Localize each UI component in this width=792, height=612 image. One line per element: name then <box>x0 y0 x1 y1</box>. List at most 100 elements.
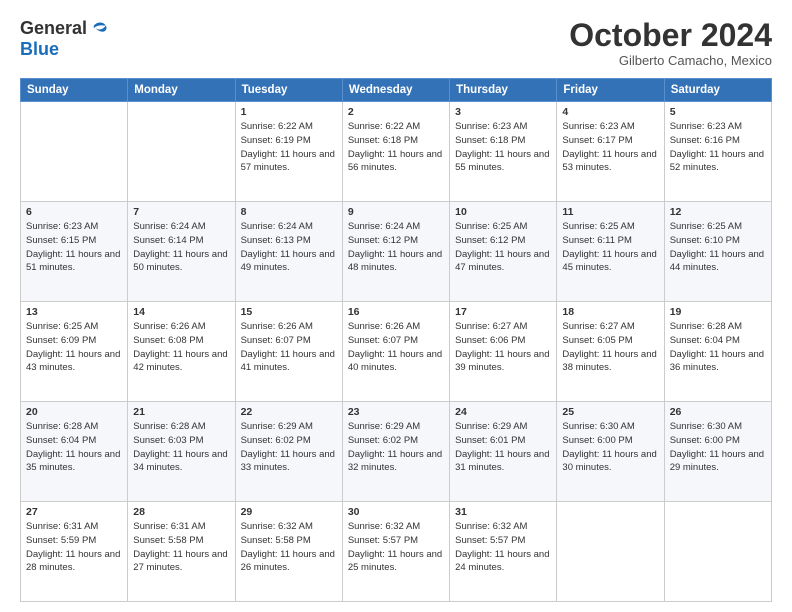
daylight-text: Daylight: 11 hours and 29 minutes. <box>670 449 764 474</box>
sunset-text: Sunset: 5:58 PM <box>133 535 203 546</box>
sunset-text: Sunset: 6:19 PM <box>241 135 311 146</box>
day-number: 15 <box>241 306 337 318</box>
day-info: Sunrise: 6:25 AMSunset: 6:09 PMDaylight:… <box>26 320 122 375</box>
sunset-text: Sunset: 6:03 PM <box>133 435 203 446</box>
daylight-text: Daylight: 11 hours and 32 minutes. <box>348 449 442 474</box>
day-number: 22 <box>241 406 337 418</box>
calendar-cell: 4Sunrise: 6:23 AMSunset: 6:17 PMDaylight… <box>557 102 664 202</box>
sunset-text: Sunset: 6:00 PM <box>562 435 632 446</box>
sunset-text: Sunset: 6:18 PM <box>455 135 525 146</box>
calendar-cell: 29Sunrise: 6:32 AMSunset: 5:58 PMDayligh… <box>235 502 342 602</box>
daylight-text: Daylight: 11 hours and 36 minutes. <box>670 349 764 374</box>
calendar-cell <box>557 502 664 602</box>
sunrise-text: Sunrise: 6:29 AM <box>241 421 313 432</box>
day-info: Sunrise: 6:23 AM Sunset: 6:18 PM Daylight:… <box>455 120 551 175</box>
day-number: 28 <box>133 506 229 518</box>
sunset-text: Sunset: 6:16 PM <box>670 135 740 146</box>
calendar-week-3: 13 Sunrise: 6:25 AMSunset: 6:09 PMDayligh… <box>21 302 772 402</box>
day-info: Sunrise: 6:23 AM Sunset: 6:16 PM Daylight:… <box>670 120 766 175</box>
day-number: 13 <box>26 306 122 318</box>
calendar-header-thursday: Thursday <box>450 79 557 102</box>
sunrise-text: Sunrise: 6:27 AM <box>455 321 527 332</box>
calendar-cell: 11Sunrise: 6:25 AMSunset: 6:11 PMDayligh… <box>557 202 664 302</box>
daylight-text: Daylight: 11 hours and 38 minutes. <box>562 349 656 374</box>
daylight-text: Daylight: 11 hours and 45 minutes. <box>562 249 656 274</box>
daylight-text: Daylight: 11 hours and 50 minutes. <box>133 249 227 274</box>
daylight-text: Daylight: 11 hours and 52 minutes. <box>670 149 764 174</box>
day-number: 18 <box>562 306 658 318</box>
sunrise-text: Sunrise: 6:32 AM <box>348 521 420 532</box>
daylight-text: Daylight: 11 hours and 25 minutes. <box>348 549 442 574</box>
day-number: 3 <box>455 106 551 118</box>
calendar-cell: 19Sunrise: 6:28 AMSunset: 6:04 PMDayligh… <box>664 302 771 402</box>
calendar-cell: 27Sunrise: 6:31 AMSunset: 5:59 PMDayligh… <box>21 502 128 602</box>
sunset-text: Sunset: 6:02 PM <box>241 435 311 446</box>
sunrise-text: Sunrise: 6:23 AM <box>670 121 742 132</box>
sunset-text: Sunset: 6:15 PM <box>26 235 96 246</box>
day-info: Sunrise: 6:31 AMSunset: 5:59 PMDaylight:… <box>26 520 122 575</box>
sunrise-text: Sunrise: 6:22 AM <box>241 121 313 132</box>
sunrise-text: Sunrise: 6:23 AM <box>455 121 527 132</box>
sunrise-text: Sunrise: 6:32 AM <box>241 521 313 532</box>
calendar-header-row: SundayMondayTuesdayWednesdayThursdayFrid… <box>21 79 772 102</box>
calendar-week-2: 6Sunrise: 6:23 AMSunset: 6:15 PMDaylight… <box>21 202 772 302</box>
daylight-text: Daylight: 11 hours and 33 minutes. <box>241 449 335 474</box>
calendar-cell: 28Sunrise: 6:31 AMSunset: 5:58 PMDayligh… <box>128 502 235 602</box>
calendar-header-sunday: Sunday <box>21 79 128 102</box>
daylight-text: Daylight: 11 hours and 49 minutes. <box>241 249 335 274</box>
sunrise-text: Sunrise: 6:31 AM <box>26 521 98 532</box>
calendar-cell: 24Sunrise: 6:29 AMSunset: 6:01 PMDayligh… <box>450 402 557 502</box>
day-info: Sunrise: 6:25 AM Sunset: 6:11 PM Daylight:… <box>562 220 658 275</box>
day-number: 30 <box>348 506 444 518</box>
day-number: 4 <box>562 106 658 118</box>
calendar-table: SundayMondayTuesdayWednesdayThursdayFrid… <box>20 78 772 602</box>
day-number: 27 <box>26 506 122 518</box>
daylight-text: Daylight: 11 hours and 55 minutes. <box>455 149 549 174</box>
daylight-text: Daylight: 11 hours and 34 minutes. <box>133 449 227 474</box>
day-info: Sunrise: 6:26 AMSunset: 6:07 PMDaylight:… <box>241 320 337 375</box>
logo-general-text: General <box>20 18 87 39</box>
day-info: Sunrise: 6:29 AM Sunset: 6:02 PM Daylight:… <box>241 420 337 475</box>
day-info: Sunrise: 6:29 AMSunset: 6:01 PMDaylight:… <box>455 420 551 475</box>
sunrise-text: Sunrise: 6:26 AM <box>241 321 313 332</box>
sunset-text: Sunset: 6:13 PM <box>241 235 311 246</box>
day-number: 17 <box>455 306 551 318</box>
day-info: Sunrise: 6:28 AMSunset: 6:04 PMDaylight:… <box>670 320 766 375</box>
title-block: October 2024 Gilberto Camacho, Mexico <box>569 18 772 68</box>
sunrise-text: Sunrise: 6:32 AM <box>455 521 527 532</box>
daylight-text: Daylight: 11 hours and 39 minutes. <box>455 349 549 374</box>
sunset-text: Sunset: 6:12 PM <box>455 235 525 246</box>
day-number: 26 <box>670 406 766 418</box>
calendar-cell: 26Sunrise: 6:30 AMSunset: 6:00 PMDayligh… <box>664 402 771 502</box>
calendar-cell: 25Sunrise: 6:30 AMSunset: 6:00 PMDayligh… <box>557 402 664 502</box>
sunrise-text: Sunrise: 6:25 AM <box>455 221 527 232</box>
daylight-text: Daylight: 11 hours and 30 minutes. <box>562 449 656 474</box>
calendar-cell: 31Sunrise: 6:32 AMSunset: 5:57 PMDayligh… <box>450 502 557 602</box>
daylight-text: Daylight: 11 hours and 43 minutes. <box>26 349 120 374</box>
daylight-text: Daylight: 11 hours and 24 minutes. <box>455 549 549 574</box>
day-number: 10 <box>455 206 551 218</box>
calendar-cell <box>664 502 771 602</box>
day-info: Sunrise: 6:32 AM Sunset: 5:57 PM Daylight:… <box>455 520 551 575</box>
day-number: 21 <box>133 406 229 418</box>
day-number: 20 <box>26 406 122 418</box>
sunset-text: Sunset: 6:07 PM <box>241 335 311 346</box>
sunset-text: Sunset: 6:05 PM <box>562 335 632 346</box>
day-info: Sunrise: 6:23 AMSunset: 6:15 PMDaylight:… <box>26 220 122 275</box>
sunrise-text: Sunrise: 6:26 AM <box>348 321 420 332</box>
sunset-text: Sunset: 6:00 PM <box>670 435 740 446</box>
day-info: Sunrise: 6:32 AMSunset: 5:58 PMDaylight:… <box>241 520 337 575</box>
day-info: Sunrise: 6:28 AMSunset: 6:03 PMDaylight:… <box>133 420 229 475</box>
sunset-text: Sunset: 5:57 PM <box>455 535 525 546</box>
sunset-text: Sunset: 5:59 PM <box>26 535 96 546</box>
sunrise-text: Sunrise: 6:25 AM <box>562 221 634 232</box>
sunset-text: Sunset: 6:12 PM <box>348 235 418 246</box>
calendar-cell: 5Sunrise: 6:23 AMSunset: 6:16 PMDaylight… <box>664 102 771 202</box>
sunset-text: Sunset: 6:11 PM <box>562 235 632 246</box>
sunrise-text: Sunrise: 6:28 AM <box>26 421 98 432</box>
calendar-header-tuesday: Tuesday <box>235 79 342 102</box>
calendar-week-5: 27 Sunrise: 6:31 AM Sunset: 5:59 PM Dayligh… <box>21 502 772 602</box>
calendar-cell: 10Sunrise: 6:25 AMSunset: 6:12 PMDayligh… <box>450 202 557 302</box>
daylight-text: Daylight: 11 hours and 27 minutes. <box>133 549 227 574</box>
sunrise-text: Sunrise: 6:23 AM <box>26 221 98 232</box>
